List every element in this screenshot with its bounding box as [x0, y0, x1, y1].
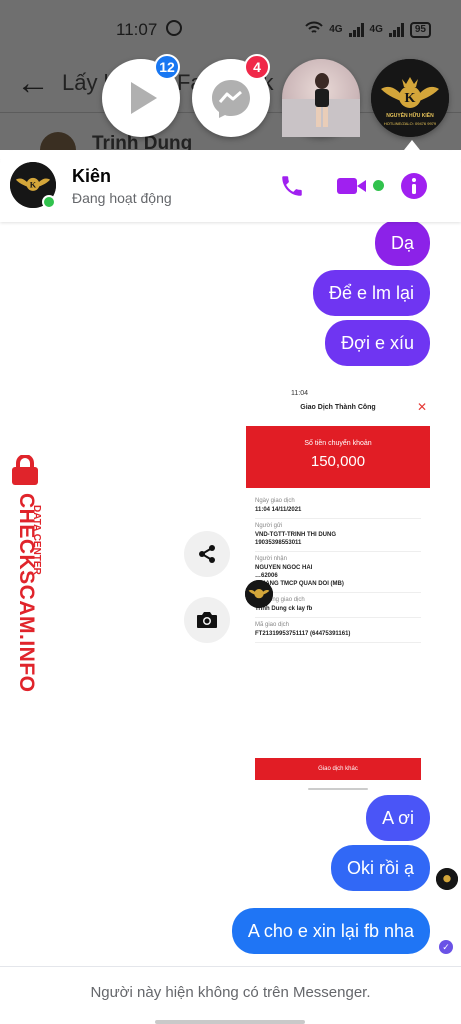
unread-badge: 12 — [154, 54, 180, 80]
voice-call-button[interactable] — [276, 170, 308, 202]
status-indicators: 4G 4G 95 — [305, 21, 431, 38]
share-button[interactable] — [184, 531, 230, 577]
close-icon: ✕ — [416, 400, 427, 414]
wifi-icon — [305, 21, 323, 38]
contact-status: Đang hoạt động — [72, 190, 172, 206]
network-label: 4G — [329, 24, 343, 35]
receipt-field: Mã giao dịch FT21319953751117 (6447539116… — [255, 618, 421, 643]
logo-hotline: HOTLINE/ZALO: 09476 9979 — [383, 121, 437, 126]
home-indicator — [155, 1020, 305, 1024]
message-bubble[interactable]: Dạ — [374, 220, 430, 266]
person-photo-icon — [282, 73, 360, 137]
receipt-fields: Ngày giao dịch 11:04 14/11/2021 Người gửi… — [255, 494, 421, 643]
svg-text:K: K — [405, 91, 416, 106]
status-time: 11:07 — [116, 20, 158, 39]
seen-avatar — [436, 868, 458, 890]
receipt-field: Người nhậnNGUYEN NGOC HAI …62006 …HANG T… — [255, 552, 421, 593]
share-icon — [199, 545, 215, 563]
info-button[interactable] — [398, 170, 430, 202]
play-video-head[interactable]: 12 — [102, 54, 180, 137]
message-bubble[interactable]: A ơi — [366, 795, 430, 841]
watermark-subtext: DATA CENTER — [31, 505, 42, 575]
background-avatar — [40, 132, 76, 150]
receipt-field: Người gửi VND-TGTT-TRINH THI DUNG 1903539… — [255, 519, 421, 552]
video-online-dot — [373, 180, 384, 191]
kien-logo-head[interactable]: K NGUYỄN HỮU KIÊN HOTLINE/ZALO: 09476 99… — [371, 59, 449, 137]
camera-icon — [197, 612, 217, 628]
chat-panel: K Kiên Đang hoạt động Dạ Để e lm lại Đợi… — [0, 150, 461, 1024]
receipt-home-bar — [308, 788, 368, 790]
unread-badge: 4 — [244, 54, 270, 80]
message-bubble[interactable]: Để e lm lại — [312, 270, 430, 316]
messenger-icon — [212, 80, 250, 118]
checkscam-watermark: CHECKSCAM.INFO DATA CENTER — [0, 455, 50, 693]
battery-icon: 95 — [409, 21, 431, 38]
delivered-check-icon: ✓ — [439, 940, 453, 954]
video-call-button[interactable] — [336, 170, 368, 202]
receipt-status-bar: 11:04 — [243, 378, 433, 397]
signal-icon — [348, 22, 364, 37]
info-icon — [401, 173, 427, 199]
receipt-sender-avatar — [245, 580, 273, 608]
status-bar: 11:07 4G 4G 95 — [0, 0, 461, 44]
online-indicator — [42, 195, 56, 209]
contact-name[interactable]: Kiên — [72, 166, 111, 187]
receipt-time: 11:04 — [291, 390, 308, 397]
video-camera-icon — [337, 178, 366, 194]
phone-icon — [282, 176, 302, 196]
messenger-notification-icon — [166, 20, 182, 36]
receipt-title: Giao Dịch Thành Công — [300, 404, 376, 411]
message-bubble[interactable]: Đợi e xíu — [325, 320, 430, 366]
chat-header: K Kiên Đang hoạt động — [0, 150, 461, 222]
message-bubble[interactable]: A cho e xin lại fb nha — [231, 908, 430, 954]
photo-contact-head[interactable] — [282, 59, 360, 137]
amount-banner: Số tiền chuyển khoản 150,000 — [246, 426, 430, 488]
message-bubble[interactable]: Oki rồi ạ — [330, 845, 430, 891]
kien-logo-icon — [436, 868, 458, 890]
svg-text:K: K — [30, 180, 37, 189]
play-icon — [131, 82, 157, 114]
kien-logo-icon — [245, 580, 273, 608]
lock-icon — [12, 455, 38, 485]
messenger-head[interactable]: 4 — [192, 54, 270, 137]
logo-caption: NGUYỄN HỮU KIÊN — [386, 113, 434, 119]
receipt-field: Ngày giao dịch 11:04 14/11/2021 — [255, 494, 421, 519]
back-arrow-icon[interactable]: ← — [16, 64, 50, 103]
unavailable-notice: Người này hiện không có trên Messenger. — [90, 984, 371, 1001]
signal-icon-2 — [388, 22, 404, 37]
chat-footer: Người này hiện không có trên Messenger. — [0, 966, 461, 1024]
selected-head-pointer — [404, 140, 420, 150]
receipt-other-transaction-button: Giao dịch khác — [255, 758, 421, 780]
camera-button[interactable] — [184, 597, 230, 643]
receipt-field: Nội dung giao dịch Trinh Dung ck lay fb — [255, 593, 421, 618]
network-label-2: 4G — [369, 24, 383, 35]
amount-value: 150,000 — [310, 453, 366, 470]
amount-label: Số tiền chuyển khoản — [304, 440, 372, 447]
